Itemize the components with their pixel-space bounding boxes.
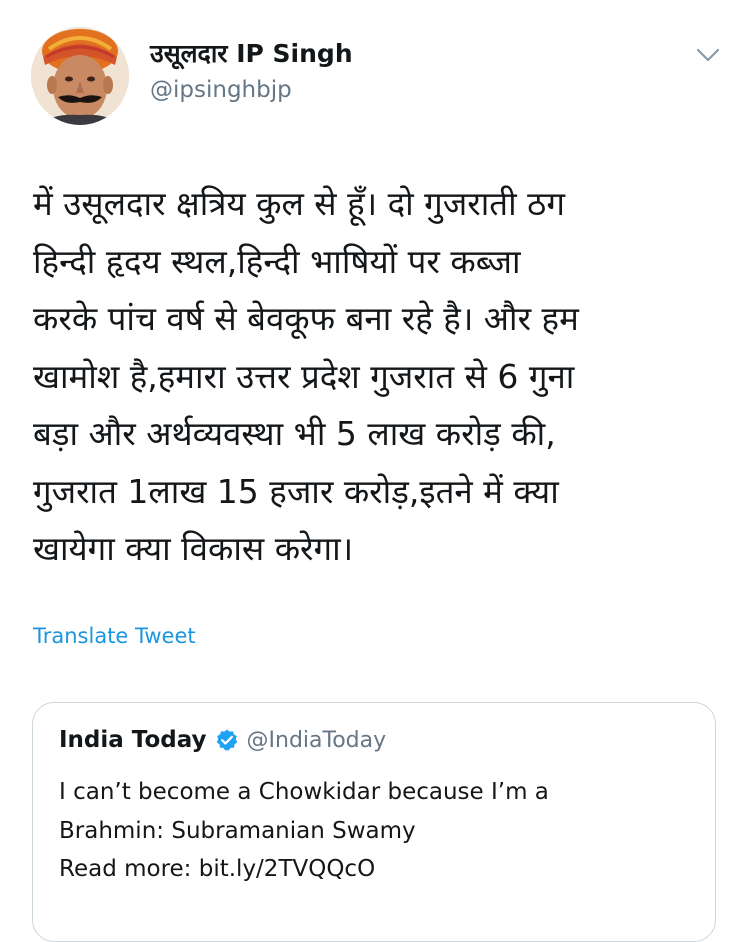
quoted-text-line: Read more: bit.ly/2TVQQcO	[59, 856, 376, 882]
tweet-text-line: खायेगा क्या विकास करेगा।	[33, 529, 354, 568]
tweet-text-line: गुजरात 1लाख 15 हजार करोड़,इतने में क्या	[33, 471, 559, 511]
quoted-tweet[interactable]: India Today @IndiaToday I can’t become a…	[32, 702, 716, 942]
tweet-text-line: बड़ा और अर्थव्यवस्था भी 5 लाख करोड़ की,	[33, 414, 556, 453]
quoted-tweet-text: I can’t become a Chowkidar because I’m a…	[59, 773, 549, 889]
translate-tweet-link[interactable]: Translate Tweet	[33, 624, 196, 648]
quoted-text-line: Brahmin: Subramanian Swamy	[59, 817, 416, 844]
quoted-tweet-header: India Today @IndiaToday	[59, 727, 386, 753]
tweet-text-line: करके पांच वर्ष से बेवकूफ बना रहे है। और …	[33, 299, 579, 338]
user-handle[interactable]: @ipsinghbjp	[150, 77, 292, 103]
verified-badge-icon	[215, 728, 239, 752]
tweet-text-line: खामोश है,हमारा उत्तर प्रदेश गुजरात से 6 …	[33, 356, 575, 396]
tweet: उसूलदार IP Singh @ipsinghbjp में उसूलदार…	[0, 0, 750, 942]
avatar[interactable]	[31, 27, 129, 125]
display-name[interactable]: उसूलदार IP Singh	[150, 36, 353, 70]
avatar-photo-icon	[31, 27, 129, 125]
quoted-display-name: India Today	[59, 727, 207, 753]
quoted-text-line: I can’t become a Chowkidar because I’m a	[59, 779, 549, 805]
chevron-down-icon[interactable]	[694, 44, 722, 66]
tweet-text-line: हिन्दी हृदय स्थल,हिन्दी भाषियों पर कब्जा	[33, 241, 521, 281]
quoted-user-handle: @IndiaToday	[246, 727, 387, 753]
tweet-text-line: में उसूलदार क्षत्रिय कुल से हूँ। दो गुजर…	[33, 184, 565, 223]
tweet-text: में उसूलदार क्षत्रिय कुल से हूँ। दो गुजर…	[33, 175, 723, 578]
